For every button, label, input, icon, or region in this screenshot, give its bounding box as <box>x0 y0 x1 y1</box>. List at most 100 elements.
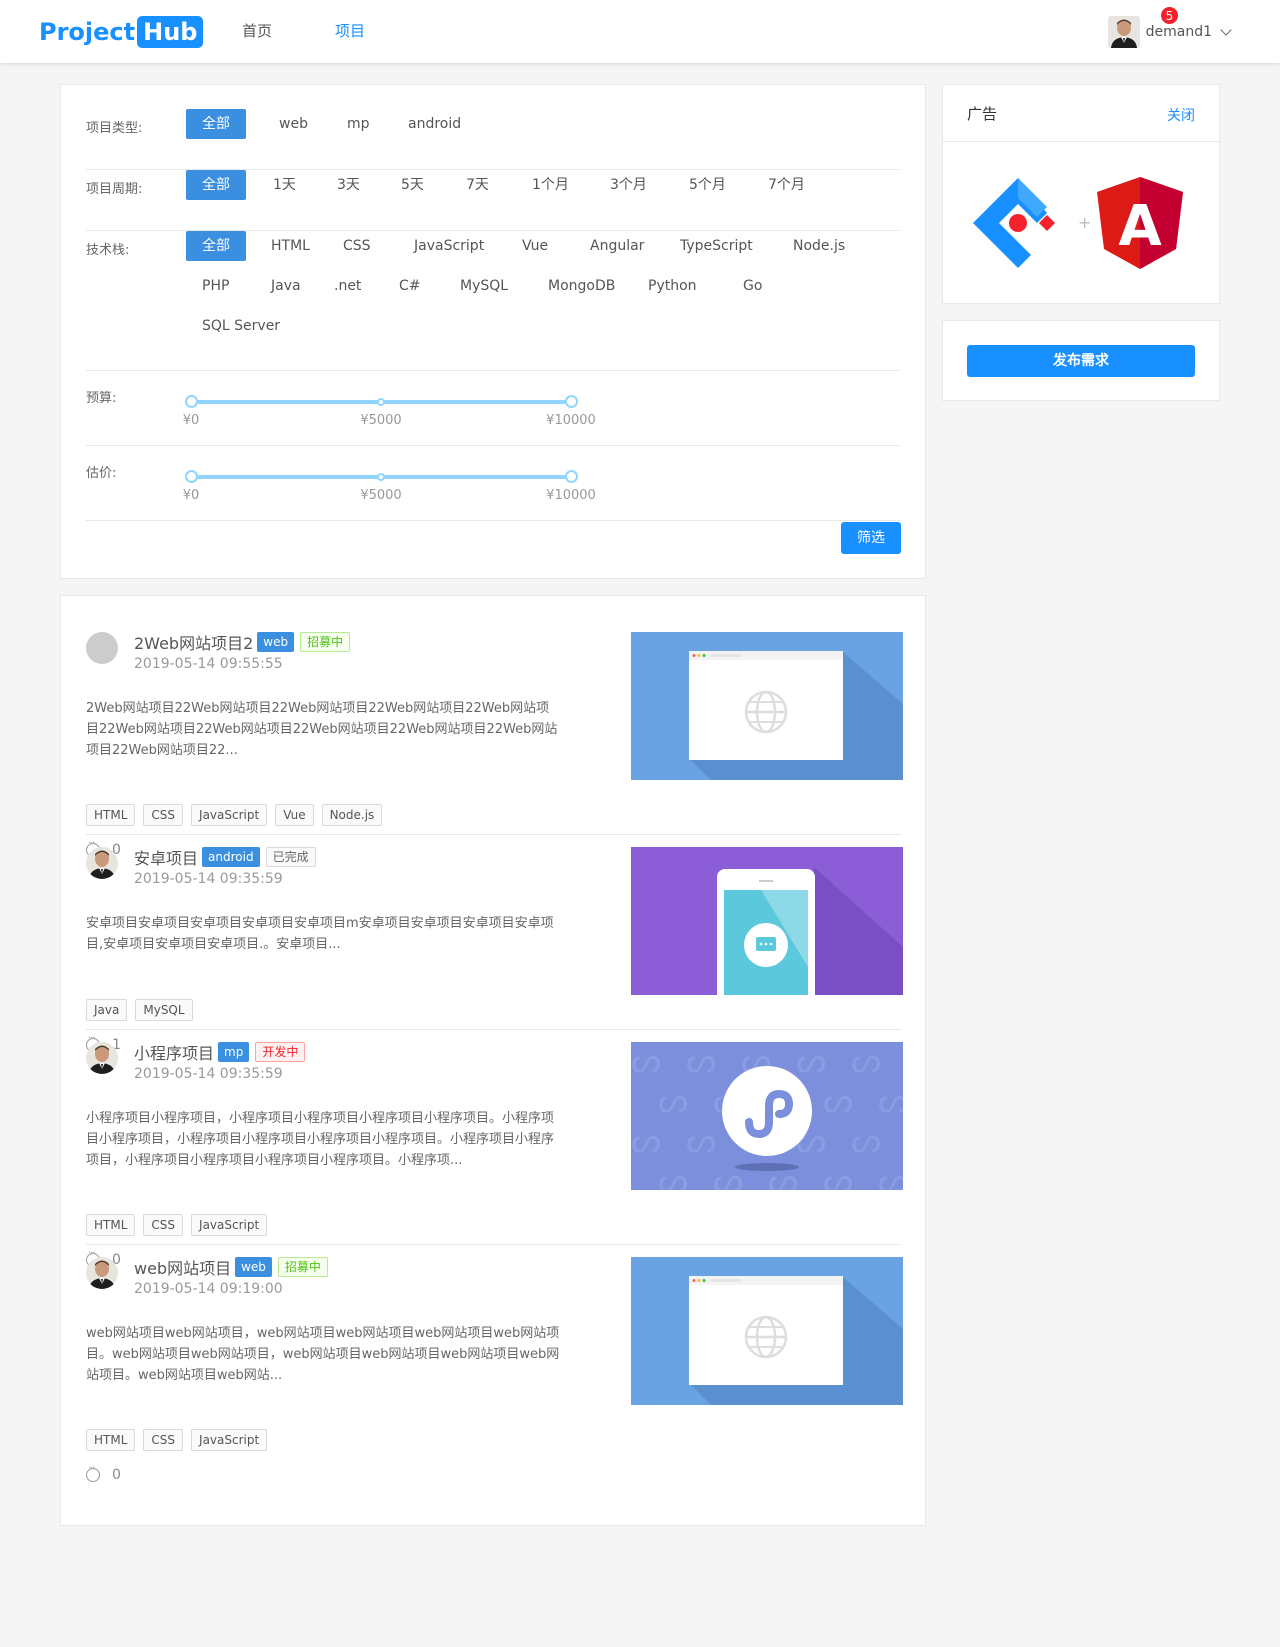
project-type-tag: web <box>257 632 295 652</box>
svg-text:ᔕ: ᔕ <box>878 1161 903 1190</box>
svg-text:ᔕ: ᔕ <box>658 1081 688 1121</box>
project-item[interactable]: 小程序项目 mp 开发中 2019-05-14 09:35:59 小程序项目小程… <box>86 1040 903 1268</box>
filter-option-type[interactable]: 全部 <box>186 109 246 139</box>
filter-option-tech[interactable]: Java <box>255 271 317 301</box>
ad-plus-sign: + <box>1078 213 1091 232</box>
project-cover-image[interactable]: ᔕᔕᔕᔕᔕᔕᔕᔕᔕᔕᔕᔕᔕᔕᔕᔕᔕᔕᔕᔕᔕᔕᔕᔕ <box>631 1042 903 1190</box>
tech-tag: CSS <box>143 1429 184 1451</box>
divider <box>86 1029 901 1030</box>
slider-mark-label: ¥0 <box>182 413 200 428</box>
filter-option-tech[interactable]: Vue <box>506 231 564 261</box>
filter-option-period[interactable]: 全部 <box>186 170 246 200</box>
nav-projects[interactable]: 项目 <box>335 20 365 41</box>
svg-text:ᔕ: ᔕ <box>686 1042 716 1081</box>
filter-option-tech[interactable]: SQL Server <box>186 311 296 341</box>
filter-option-tech[interactable]: C# <box>383 271 437 301</box>
slider-handle-max[interactable] <box>565 470 578 483</box>
filter-label-budget: 预算: <box>86 391 117 406</box>
filter-option-period[interactable]: 7个月 <box>752 170 821 200</box>
filter-panel: 项目类型: 全部 web mp android 项目周期: 全部 1天 3天 5天 7天 1个月… <box>60 84 926 579</box>
logo-text-hub: Hub <box>137 16 204 48</box>
svg-text:ᔕ: ᔕ <box>631 1121 661 1161</box>
angular-logo-icon: A <box>1097 177 1183 269</box>
svg-text:ᔕ: ᔕ <box>796 1042 826 1081</box>
filter-button[interactable]: 筛选 <box>841 522 901 554</box>
user-avatar[interactable] <box>1107 16 1140 48</box>
slider-mark-label: ¥10000 <box>546 413 596 428</box>
comment-count[interactable]: 0 <box>86 1463 121 1483</box>
svg-text:ᔕ: ᔕ <box>686 1121 716 1161</box>
filter-option-tech[interactable]: CSS <box>327 231 387 261</box>
project-owner-avatar[interactable] <box>86 1257 118 1289</box>
slider-mark-label: ¥5000 <box>360 413 402 428</box>
logo[interactable]: Project Hub <box>39 15 204 49</box>
project-cover-image[interactable] <box>631 632 903 780</box>
filter-option-period[interactable]: 1天 <box>257 170 312 200</box>
project-owner-avatar[interactable] <box>86 632 118 664</box>
project-owner-avatar[interactable] <box>86 1042 118 1074</box>
project-title[interactable]: 安卓项目 <box>134 845 198 869</box>
tech-tag: CSS <box>143 804 184 826</box>
svg-text:ᔕ: ᔕ <box>851 1121 881 1161</box>
tech-tag: Java <box>86 999 128 1021</box>
nav-home[interactable]: 首页 <box>242 20 272 41</box>
project-cover-image[interactable] <box>631 1257 903 1405</box>
divider <box>86 520 900 521</box>
project-item[interactable]: 安卓项目 android 已完成 2019-05-14 09:35:59 安卓项… <box>86 845 903 1053</box>
comment-count-value: 0 <box>112 1467 121 1483</box>
project-title[interactable]: web网站项目 <box>134 1255 231 1279</box>
filter-option-tech[interactable]: Python <box>632 271 713 301</box>
slider-handle-max[interactable] <box>565 395 578 408</box>
filter-option-period[interactable]: 5个月 <box>673 170 742 200</box>
slider-handle-min[interactable] <box>185 395 198 408</box>
filter-option-type[interactable]: web <box>263 109 324 139</box>
tech-tag: Node.js <box>321 804 383 826</box>
filter-row-period: 项目周期: 全部 1天 3天 5天 7天 1个月 3个月 5个月 7个月 <box>86 170 900 231</box>
project-owner-avatar[interactable] <box>86 847 118 879</box>
filter-option-period[interactable]: 3天 <box>321 170 376 200</box>
tech-tag: MySQL <box>135 999 193 1021</box>
project-title-row: 安卓项目 android 已完成 <box>134 845 316 869</box>
filter-option-tech[interactable]: .net <box>318 271 377 301</box>
estimate-slider[interactable]: ¥0 ¥5000 ¥10000 <box>183 470 596 510</box>
project-item[interactable]: web网站项目 web 招募中 2019-05-14 09:19:00 web网… <box>86 1255 903 1487</box>
ad-panel: 广告 关闭 + A <box>942 84 1220 304</box>
filter-option-period[interactable]: 7天 <box>450 170 505 200</box>
filter-option-tech[interactable]: JavaScript <box>398 231 500 261</box>
tech-tag: JavaScript <box>191 1429 268 1451</box>
logo-text-project: Project <box>39 18 136 46</box>
filter-option-tech[interactable]: TypeScript <box>664 231 769 261</box>
slider-handle-min[interactable] <box>185 470 198 483</box>
publish-request-button[interactable]: 发布需求 <box>967 345 1195 377</box>
project-status-tag: 开发中 <box>255 1042 306 1062</box>
filter-option-tech[interactable]: PHP <box>186 271 245 301</box>
filter-option-tech[interactable]: MySQL <box>444 271 524 301</box>
filter-option-tech[interactable]: MongoDB <box>532 271 631 301</box>
filter-option-tech[interactable]: HTML <box>255 231 326 261</box>
filter-option-type[interactable]: mp <box>331 109 386 139</box>
filter-option-tech[interactable]: 全部 <box>186 231 246 261</box>
filter-option-period[interactable]: 1个月 <box>516 170 585 200</box>
svg-text:ᔕ: ᔕ <box>851 1042 881 1081</box>
project-cover-image[interactable] <box>631 847 903 995</box>
filter-option-period[interactable]: 3个月 <box>594 170 663 200</box>
tech-tag: CSS <box>143 1214 184 1236</box>
project-type-tag: web <box>235 1257 272 1277</box>
filter-option-type[interactable]: android <box>392 109 477 139</box>
ad-close-link[interactable]: 关闭 <box>1167 105 1195 125</box>
budget-slider[interactable]: ¥0 ¥5000 ¥10000 <box>182 395 596 435</box>
slider-mark-label: ¥10000 <box>546 488 596 503</box>
project-title-row: web网站项目 web 招募中 <box>134 1255 328 1279</box>
comment-icon <box>86 1463 100 1482</box>
project-item[interactable]: 2Web网站项目2 web 招募中 2019-05-14 09:55:55 2W… <box>86 630 903 858</box>
publish-panel: 发布需求 <box>942 320 1220 401</box>
project-title[interactable]: 2Web网站项目2 <box>134 630 253 654</box>
filter-option-tech[interactable]: Node.js <box>777 231 861 261</box>
filter-option-tech[interactable]: Angular <box>574 231 660 261</box>
filter-option-tech[interactable]: Go <box>727 271 778 301</box>
filter-option-period[interactable]: 5天 <box>385 170 440 200</box>
ad-banner[interactable]: + A <box>943 142 1219 302</box>
slider-mark-label: ¥5000 <box>360 488 402 503</box>
project-description: web网站项目web网站项目，web网站项目web网站项目web网站项目web网… <box>86 1326 560 1383</box>
project-title[interactable]: 小程序项目 <box>134 1040 214 1064</box>
